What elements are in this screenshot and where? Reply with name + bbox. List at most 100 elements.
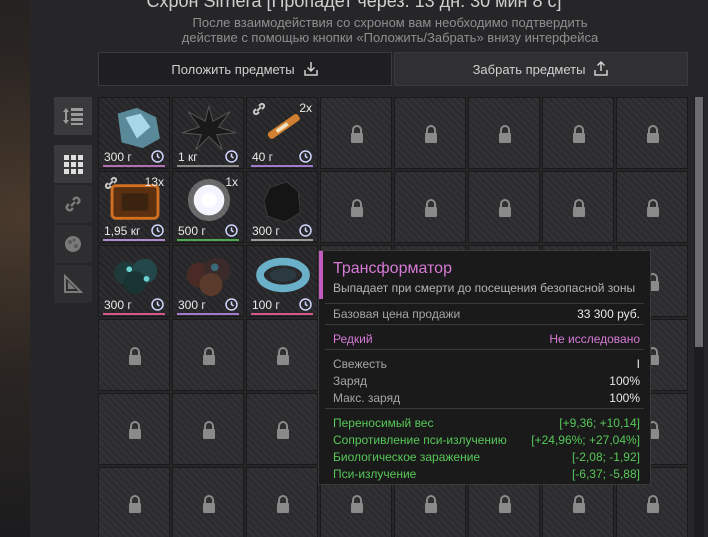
lock-icon bbox=[351, 199, 363, 217]
rarity-line bbox=[103, 239, 165, 241]
filter-artifacts-button[interactable] bbox=[54, 225, 92, 263]
rarity-row: Редкий Не исследовано bbox=[333, 332, 640, 346]
filter-all-button[interactable] bbox=[54, 145, 92, 183]
take-items-button[interactable]: Забрать предметы bbox=[394, 52, 688, 86]
stack-count: 2x bbox=[299, 101, 312, 115]
price-label: Базовая цена продажи bbox=[333, 307, 461, 321]
lock-icon bbox=[129, 347, 141, 365]
triangle-ruler-icon bbox=[64, 273, 84, 293]
price-value: 33 300 руб. bbox=[577, 307, 640, 321]
lock-icon bbox=[647, 125, 659, 143]
locked-slot[interactable] bbox=[542, 97, 614, 169]
item-description: Выпадает при смерти до посещения безопас… bbox=[333, 281, 636, 295]
lock-icon bbox=[573, 199, 585, 217]
locked-slot[interactable] bbox=[468, 171, 540, 243]
stash-instructions: После взаимодействия со схроном вам необ… bbox=[0, 15, 708, 45]
clock-icon bbox=[151, 224, 164, 237]
item-slot[interactable]: 100 г bbox=[246, 245, 318, 317]
effect-value: [+9,36; +10,14] bbox=[559, 416, 640, 430]
put-icon bbox=[303, 62, 318, 76]
item-slot[interactable]: 1 кг bbox=[172, 97, 244, 169]
clock-icon bbox=[225, 298, 238, 311]
item-slot[interactable]: 13x 1,95 кг bbox=[98, 171, 170, 243]
clock-icon bbox=[299, 224, 312, 237]
lock-icon bbox=[425, 125, 437, 143]
lock-icon bbox=[425, 199, 437, 217]
locked-slot[interactable] bbox=[616, 97, 688, 169]
locked-slot[interactable] bbox=[394, 97, 466, 169]
item-slot[interactable]: 1x 500 г bbox=[172, 171, 244, 243]
effect-row: Пси-излучение [-6,37; -5,88] bbox=[333, 467, 640, 481]
locked-slot[interactable] bbox=[394, 171, 466, 243]
stat-label: Свежесть bbox=[333, 357, 387, 371]
sort-icon bbox=[63, 108, 83, 125]
price-row: Базовая цена продажи 33 300 руб. bbox=[333, 307, 640, 321]
rarity-line bbox=[177, 165, 239, 167]
spiky-black-item-icon bbox=[182, 105, 236, 150]
locked-slot[interactable] bbox=[172, 393, 244, 465]
lock-icon bbox=[499, 495, 511, 513]
lock-icon bbox=[647, 495, 659, 513]
locked-slot[interactable] bbox=[542, 171, 614, 243]
item-weight: 1,95 кг bbox=[104, 224, 141, 238]
crystal-blue-item-icon bbox=[117, 107, 160, 149]
divider bbox=[325, 324, 644, 325]
rarity-line bbox=[251, 239, 313, 241]
item-slot[interactable]: 300 г bbox=[98, 245, 170, 317]
clock-icon bbox=[299, 298, 312, 311]
item-slot[interactable]: 2x 40 г bbox=[246, 97, 318, 169]
lock-icon bbox=[203, 495, 215, 513]
item-slot[interactable]: 300 г bbox=[98, 97, 170, 169]
lock-icon bbox=[499, 199, 511, 217]
item-tooltip: Трансформатор Выпадает при смерти до пос… bbox=[318, 250, 651, 485]
stack-count: 13x bbox=[144, 175, 164, 189]
rarity-line bbox=[177, 313, 239, 315]
effect-row: Биологическое заражение [-2,08; -1,92] bbox=[333, 450, 640, 464]
lock-icon bbox=[129, 495, 141, 513]
locked-slot[interactable] bbox=[98, 467, 170, 537]
take-items-label: Забрать предметы bbox=[472, 61, 586, 77]
take-icon bbox=[594, 61, 609, 76]
item-weight: 300 г bbox=[252, 224, 280, 238]
scrollbar-thumb[interactable] bbox=[695, 97, 703, 347]
lock-icon bbox=[277, 495, 289, 513]
stat-value: 100% bbox=[609, 391, 640, 405]
item-weight: 300 г bbox=[104, 150, 132, 164]
locked-slot[interactable] bbox=[246, 393, 318, 465]
locked-slot[interactable] bbox=[246, 467, 318, 537]
effect-row: Сопротивление пси-излучению [+24,96%; +2… bbox=[333, 433, 640, 447]
lock-icon bbox=[425, 495, 437, 513]
filter-tools-button[interactable] bbox=[54, 265, 92, 303]
locked-slot[interactable] bbox=[98, 319, 170, 391]
link-icon bbox=[104, 176, 118, 190]
item-slot[interactable]: 300 г bbox=[172, 245, 244, 317]
filter-linked-button[interactable] bbox=[54, 185, 92, 223]
rarity-line bbox=[103, 313, 165, 315]
divider bbox=[325, 408, 644, 409]
rarity-line bbox=[103, 165, 165, 167]
item-weight: 300 г bbox=[178, 298, 206, 312]
locked-slot[interactable] bbox=[616, 171, 688, 243]
effect-label: Переносимый вес bbox=[333, 416, 434, 430]
rarity-accent-bar bbox=[319, 251, 323, 299]
put-items-button[interactable]: Положить предметы bbox=[98, 52, 392, 86]
stat-row: Свежесть I bbox=[333, 357, 640, 371]
lock-icon bbox=[129, 421, 141, 439]
locked-slot[interactable] bbox=[246, 319, 318, 391]
item-slot[interactable]: 300 г bbox=[246, 171, 318, 243]
locked-slot[interactable] bbox=[320, 97, 392, 169]
locked-slot[interactable] bbox=[172, 467, 244, 537]
locked-slot[interactable] bbox=[468, 97, 540, 169]
lock-icon bbox=[647, 199, 659, 217]
stat-row: Макс. заряд 100% bbox=[333, 391, 640, 405]
grid-scrollbar[interactable] bbox=[694, 97, 704, 537]
grid-icon bbox=[64, 155, 83, 174]
locked-slot[interactable] bbox=[172, 319, 244, 391]
lock-icon bbox=[203, 421, 215, 439]
sort-button[interactable] bbox=[54, 97, 92, 135]
locked-slot[interactable] bbox=[320, 171, 392, 243]
link-icon bbox=[65, 196, 81, 212]
clock-icon bbox=[299, 150, 312, 163]
stack-count: 1x bbox=[225, 175, 238, 189]
locked-slot[interactable] bbox=[98, 393, 170, 465]
